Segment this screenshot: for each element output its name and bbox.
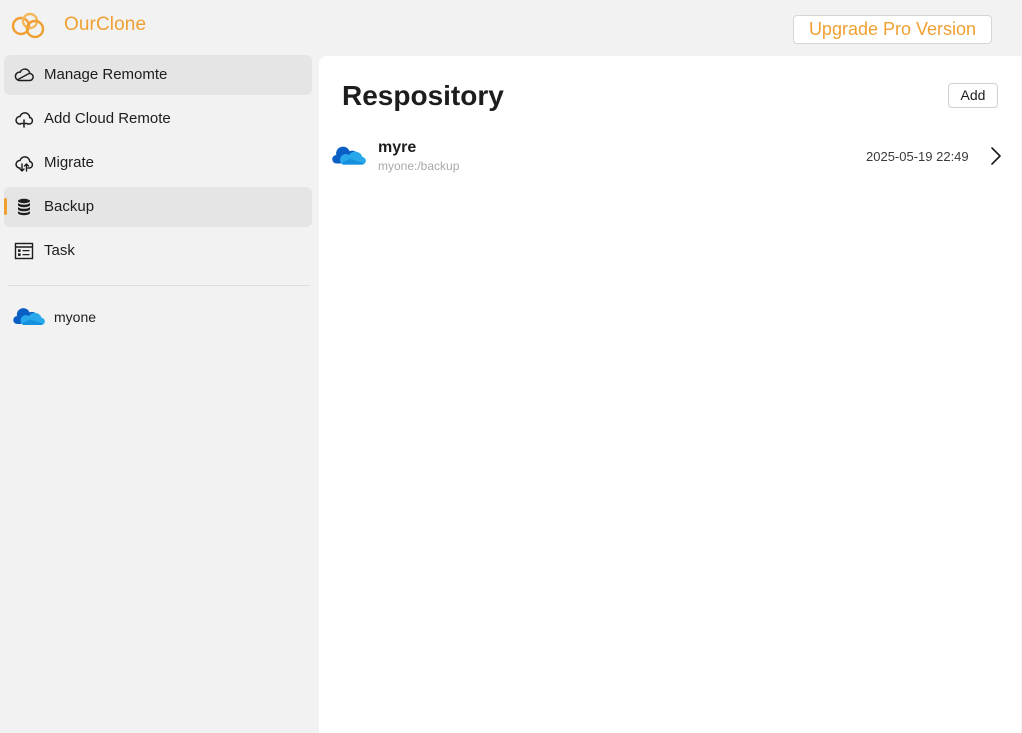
cloud-icon [14,68,34,82]
upgrade-pro-button[interactable]: Upgrade Pro Version [793,15,992,44]
app-name: OurClone [64,14,147,35]
sidebar-item-backup[interactable]: Backup [4,187,312,227]
task-list-icon [14,242,34,260]
repository-path: myone:/backup [378,159,460,173]
sidebar-item-label: Backup [44,198,95,215]
cloud-sync-icon [15,156,34,172]
database-icon [18,198,30,216]
chevron-right-icon[interactable] [990,146,1002,166]
sidebar-divider [8,285,310,286]
top-bar: OurClone Upgrade Pro Version [0,0,1022,52]
repository-row[interactable]: myre myone:/backup 2025-05-19 22:49 [327,134,1015,180]
repository-date: 2025-05-19 22:49 [866,149,969,164]
selected-indicator [4,198,7,215]
sidebar-item-add-cloud-remote[interactable]: Add Cloud Remote [4,99,312,139]
sidebar-item-label: Task [44,242,75,259]
sidebar-item-task[interactable]: Task [4,231,312,271]
remote-label: myone [54,309,97,325]
sidebar-item-migrate[interactable]: Migrate [4,143,312,183]
main-panel: Respository Add myre myone:/backup 2025-… [319,56,1021,733]
page-title: Respository [342,80,504,111]
sidebar-item-label: Manage Remomte [44,66,168,83]
sidebar: Manage Remomte Add Cloud Remote Migrate [0,52,318,733]
sidebar-item-manage-remote[interactable]: Manage Remomte [4,55,312,95]
onedrive-icon [332,146,366,165]
app-window: OurClone Upgrade Pro Version Manage Remo… [0,0,1022,733]
app-logo-icon [11,12,45,39]
sidebar-remote-myone[interactable]: myone [4,298,312,334]
onedrive-icon [13,308,45,326]
repository-name: myre [378,139,417,156]
sidebar-item-label: Migrate [44,154,95,171]
cloud-add-icon [15,112,34,128]
sidebar-item-label: Add Cloud Remote [44,110,171,127]
add-repository-button[interactable]: Add [948,83,998,108]
